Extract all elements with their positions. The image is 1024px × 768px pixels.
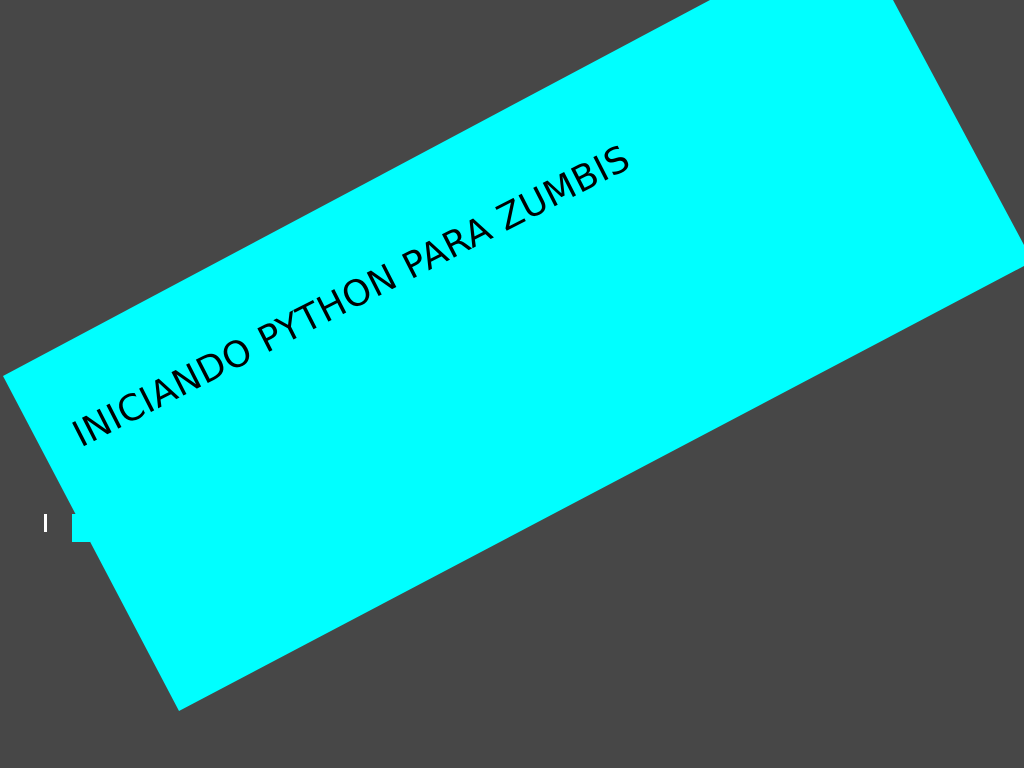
cursor-block [72, 514, 90, 542]
text-cursor-icon [44, 514, 47, 532]
game-screen: INICIANDO PYTHON PARA ZUMBIS [0, 0, 1024, 768]
